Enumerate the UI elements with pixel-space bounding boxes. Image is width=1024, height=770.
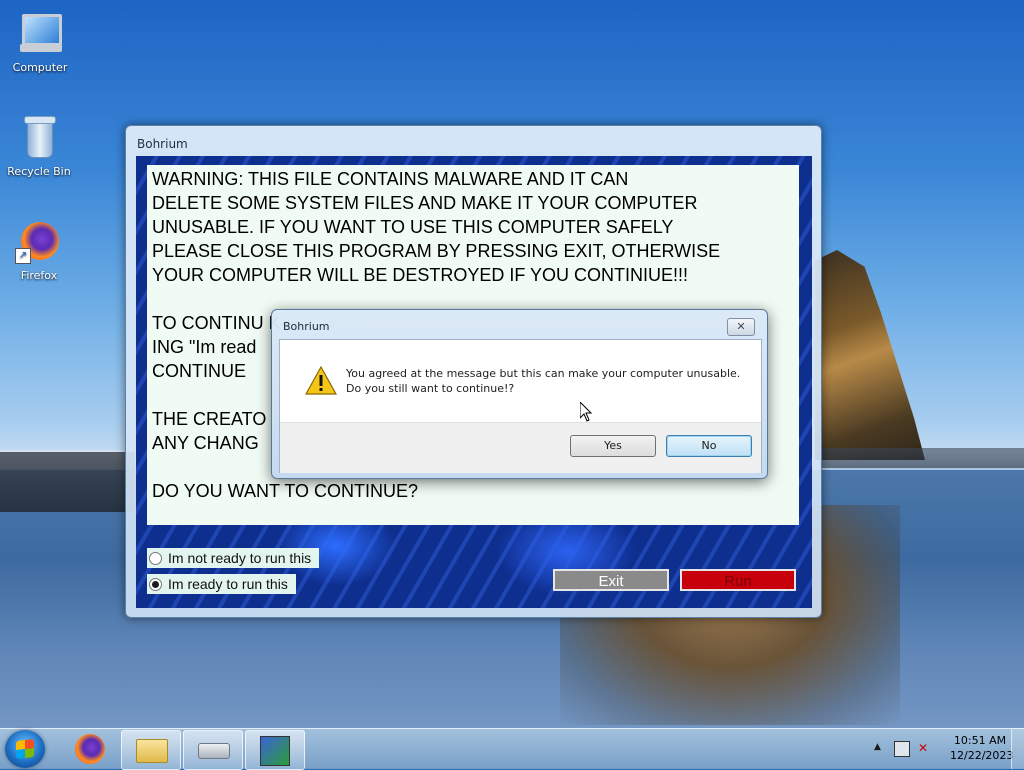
radio-label: Im ready to run this bbox=[168, 576, 288, 592]
clock-time: 10:51 AM bbox=[953, 734, 1007, 747]
dialog-footer: Yes No bbox=[280, 422, 761, 473]
firefox-icon: ↗ bbox=[15, 218, 63, 266]
radio-label: Im not ready to run this bbox=[168, 550, 312, 566]
firefox-icon bbox=[75, 734, 105, 764]
computer-icon bbox=[16, 10, 64, 58]
confirm-dialog[interactable]: Bohrium ✕ You agreed at the message but … bbox=[271, 309, 768, 479]
dialog-body: You agreed at the message but this can m… bbox=[279, 339, 762, 473]
dialog-title: Bohrium bbox=[283, 320, 330, 333]
clock-date: 12/22/2023 bbox=[950, 749, 1014, 762]
clock[interactable]: 10:51 AM 12/22/2023 bbox=[950, 733, 1014, 763]
desktop-icon-label: Recycle Bin bbox=[7, 165, 71, 178]
desktop-icon-label: Firefox bbox=[20, 269, 58, 282]
radio-ready[interactable]: Im ready to run this bbox=[147, 574, 296, 594]
dialog-message: You agreed at the message but this can m… bbox=[346, 367, 741, 395]
desktop-icon-computer[interactable]: Computer bbox=[2, 10, 78, 74]
explorer-icon bbox=[136, 739, 168, 763]
yes-button[interactable]: Yes bbox=[570, 435, 656, 457]
network-icon[interactable] bbox=[894, 741, 910, 757]
recycle-bin-icon bbox=[15, 114, 63, 162]
exit-button[interactable]: Exit bbox=[553, 569, 669, 591]
radio-not-ready[interactable]: Im not ready to run this bbox=[147, 548, 320, 568]
run-button[interactable]: Run bbox=[680, 569, 796, 591]
bohrium-icon bbox=[260, 736, 290, 766]
taskbar-firefox[interactable] bbox=[62, 730, 120, 768]
desktop-icon-recycle-bin[interactable]: Recycle Bin bbox=[1, 114, 77, 178]
taskbar-explorer[interactable] bbox=[121, 730, 181, 770]
warning-icon bbox=[305, 366, 337, 395]
no-button[interactable]: No bbox=[666, 435, 752, 457]
windows-logo-icon bbox=[16, 739, 34, 759]
volume-muted-icon[interactable]: ✕ bbox=[918, 741, 932, 755]
close-button[interactable]: ✕ bbox=[727, 318, 755, 336]
mouse-cursor-icon bbox=[580, 402, 592, 422]
start-button[interactable] bbox=[5, 730, 45, 768]
radio-button[interactable] bbox=[149, 551, 162, 565]
show-desktop-button[interactable] bbox=[1011, 729, 1024, 769]
taskbar-bohrium[interactable] bbox=[245, 730, 305, 770]
desktop-icon-firefox[interactable]: ↗ Firefox bbox=[1, 218, 77, 282]
show-hidden-icons-icon[interactable]: ▲ bbox=[874, 742, 881, 752]
taskbar-drive[interactable] bbox=[183, 730, 243, 770]
window-title: Bohrium bbox=[137, 137, 188, 151]
system-tray: ▲ ✕ 10:51 AM 12/22/2023 bbox=[864, 729, 1024, 769]
desktop-icon-label: Computer bbox=[12, 61, 68, 74]
drive-icon bbox=[198, 743, 230, 759]
taskbar: ▲ ✕ 10:51 AM 12/22/2023 bbox=[0, 728, 1024, 770]
radio-button-selected[interactable] bbox=[149, 577, 162, 591]
